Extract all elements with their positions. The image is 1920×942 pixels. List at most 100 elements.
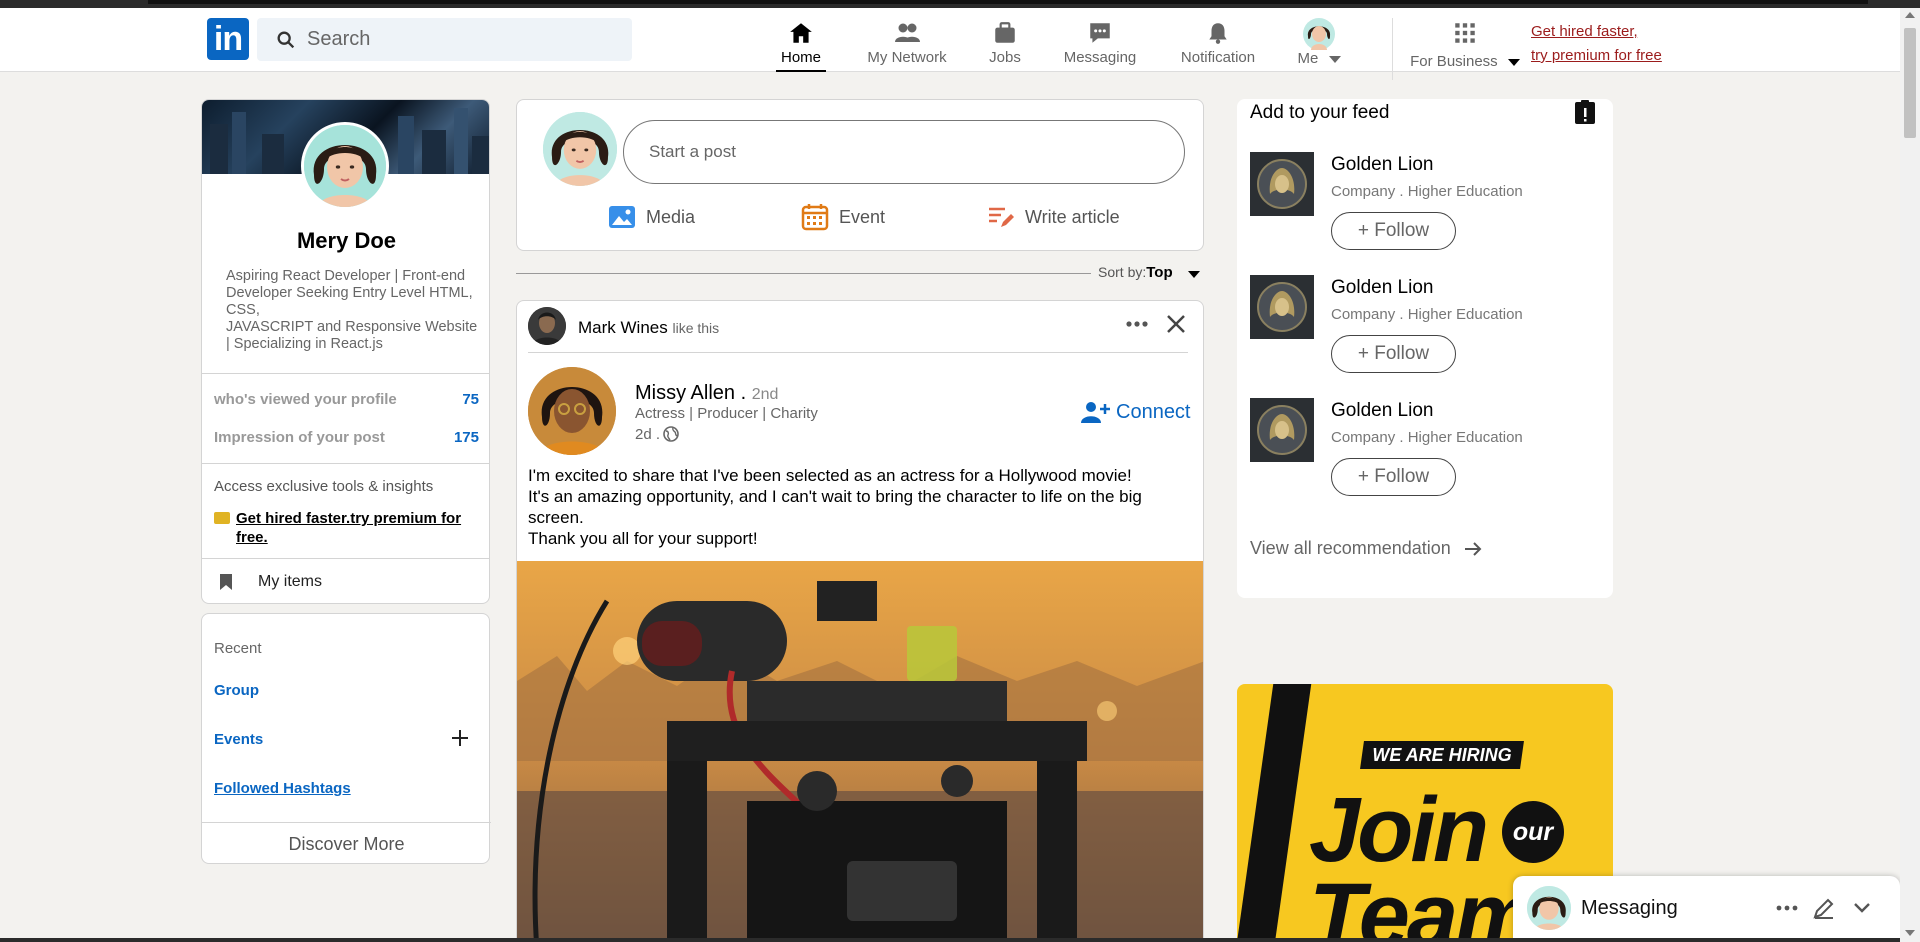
discover-more-button[interactable]: Discover More [202, 822, 491, 864]
activity-action: like this [672, 320, 720, 336]
chevron-down-icon[interactable] [1853, 900, 1871, 916]
avatar [1527, 886, 1571, 930]
scroll-up-arrow[interactable] [1905, 12, 1915, 18]
followed-hashtags-link[interactable]: Followed Hashtags [214, 780, 351, 797]
company-logo[interactable] [1250, 275, 1314, 339]
nav-label: My Network [867, 49, 947, 66]
more-options-icon[interactable] [1125, 319, 1149, 329]
company-logo[interactable] [1250, 398, 1314, 462]
nav-notification[interactable]: Notification [1178, 14, 1258, 72]
premium-promo[interactable]: Get hired faster.try premium for free. [214, 509, 484, 547]
follow-button[interactable]: + Follow [1331, 212, 1456, 250]
company-subtitle: Company . Higher Education [1331, 429, 1523, 446]
nav-messaging[interactable]: Messaging [1062, 14, 1138, 72]
ad-stripe [1237, 684, 1312, 942]
write-article-label: Write article [1025, 206, 1120, 227]
profile-name[interactable]: Mery Doe [202, 228, 489, 254]
recent-label: Recent [214, 640, 262, 657]
globe-icon [663, 426, 679, 442]
close-icon[interactable] [1165, 313, 1187, 335]
avatar [1303, 18, 1335, 50]
premium-line-2: try premium for free [1531, 47, 1662, 64]
scroll-down-arrow[interactable] [1905, 930, 1915, 936]
ad-circle-text: our [1502, 801, 1564, 863]
browser-top-strip [0, 0, 1920, 8]
recent-events-link[interactable]: Events [214, 731, 263, 748]
share-box: Start a post Media Event Write article [516, 99, 1204, 251]
ad-headline-2: Team [1309, 865, 1537, 942]
nav-label: For Business [1410, 53, 1498, 70]
compose-icon[interactable] [1812, 896, 1836, 920]
nav-label: Notification [1180, 49, 1256, 66]
activity-name[interactable]: Mark Wines [578, 318, 668, 337]
author-name[interactable]: Missy Allen . 2nd [635, 382, 778, 405]
recommendation-item: Golden Lion Company . Higher Education +… [1250, 275, 1590, 385]
access-text: Access exclusive tools & insights [214, 478, 434, 495]
info-icon[interactable] [1573, 99, 1597, 125]
post-text-line: Thank you all for your support! [528, 529, 758, 548]
linkedin-logo[interactable]: in [207, 18, 249, 60]
stat-label: who's viewed your profile [214, 391, 397, 408]
headline-line: Aspiring React Developer | Front-end [226, 268, 466, 284]
start-post-input[interactable]: Start a post [623, 120, 1185, 184]
nav-home[interactable]: Home [776, 14, 826, 72]
post-body: I'm excited to share that I've been sele… [528, 465, 1188, 549]
messaging-bar[interactable]: Messaging [1513, 876, 1900, 942]
page-scrollbar[interactable] [1900, 8, 1920, 942]
search-input[interactable] [307, 28, 607, 51]
avatar[interactable] [543, 112, 617, 186]
scroll-thumb[interactable] [1904, 28, 1916, 138]
company-name[interactable]: Golden Lion [1331, 400, 1433, 422]
event-label: Event [839, 206, 886, 227]
follow-button[interactable]: + Follow [1331, 335, 1456, 373]
follow-button[interactable]: + Follow [1331, 458, 1456, 496]
company-name[interactable]: Golden Lion [1331, 277, 1433, 299]
profile-avatar[interactable] [301, 122, 389, 210]
more-options-icon[interactable] [1776, 904, 1798, 912]
bell-icon [1209, 23, 1227, 44]
nav-jobs[interactable]: Jobs [985, 14, 1025, 72]
nav-label: Me [1297, 50, 1319, 67]
company-name[interactable]: Golden Lion [1331, 154, 1433, 176]
network-icon [895, 23, 920, 42]
event-button[interactable]: Event [801, 203, 885, 231]
post-image[interactable] [517, 561, 1204, 942]
bookmark-icon [220, 574, 232, 590]
stat-label: Impression of your post [214, 429, 385, 446]
nav-label: Home [780, 49, 821, 66]
company-logo[interactable] [1250, 152, 1314, 216]
write-article-button[interactable]: Write article [987, 203, 1120, 231]
premium-promo-link[interactable]: Get hired faster.try premium for free. [236, 509, 461, 547]
avatar[interactable] [528, 307, 566, 345]
plus-icon[interactable] [450, 728, 470, 748]
sort-dropdown[interactable]: Sort by:Top [1098, 264, 1173, 281]
my-items-label: My items [258, 573, 322, 590]
connect-button[interactable]: Connect [1080, 400, 1191, 424]
post-text-line: I'm excited to share that I've been sele… [528, 466, 1132, 485]
nav-for-business[interactable]: For Business [1410, 14, 1520, 72]
feed-title: Add to your feed [1250, 102, 1390, 123]
premium-header-link[interactable]: Get hired faster, try premium for free [1531, 20, 1662, 68]
stat-value: 75 [462, 391, 479, 408]
chevron-down-icon [1507, 58, 1520, 66]
stat-post-impressions[interactable]: Impression of your post 175 [214, 429, 479, 446]
headline-line: | Specializing in React.js [226, 336, 383, 352]
navbar-divider [1392, 18, 1393, 80]
divider [528, 352, 1188, 353]
nav-me[interactable]: Me [1295, 14, 1343, 72]
company-subtitle: Company . Higher Education [1331, 306, 1523, 323]
search-bar[interactable] [257, 18, 632, 61]
chevron-down-icon[interactable] [1188, 271, 1200, 278]
messaging-icon [1090, 23, 1110, 43]
recommendation-item: Golden Lion Company . Higher Education +… [1250, 152, 1590, 262]
stat-profile-views[interactable]: who's viewed your profile 75 [214, 391, 479, 408]
author-avatar[interactable] [528, 367, 616, 455]
chevron-down-icon [1328, 55, 1341, 63]
company-subtitle: Company . Higher Education [1331, 183, 1523, 200]
view-all-recommendations-link[interactable]: View all recommendation [1250, 538, 1483, 559]
my-items-link[interactable]: My items [202, 559, 489, 603]
post-time: 2d . [635, 425, 680, 443]
recent-group-link[interactable]: Group [214, 682, 259, 699]
media-button[interactable]: Media [608, 203, 695, 231]
nav-my-network[interactable]: My Network [862, 14, 952, 72]
